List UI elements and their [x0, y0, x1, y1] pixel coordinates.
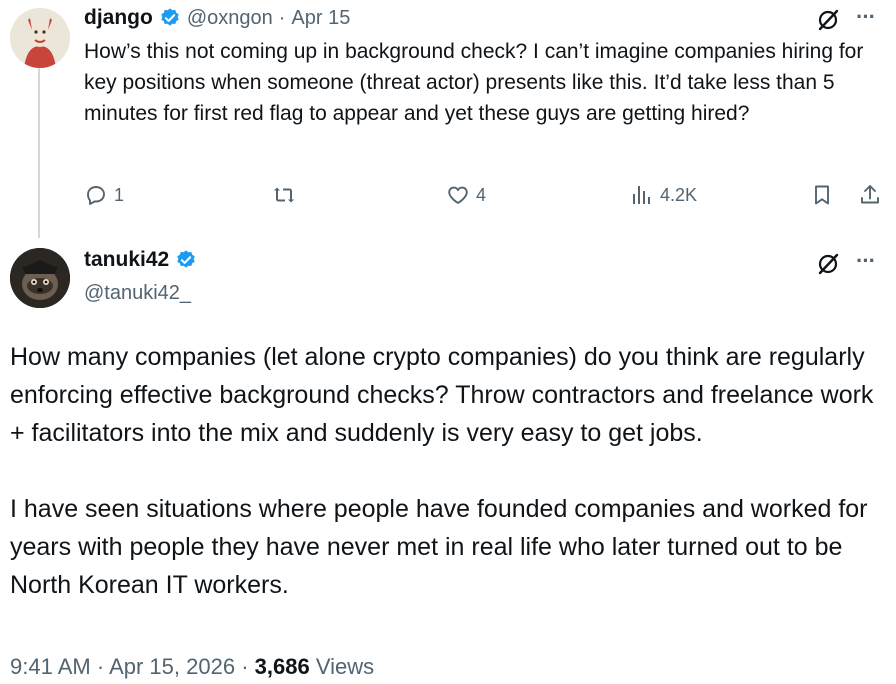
post-paragraph: How many companies (let alone crypto com…: [10, 343, 874, 447]
reply-text: How’s this not coming up in background c…: [84, 40, 864, 125]
main-author-row: tanuki42: [84, 248, 197, 272]
separator-dot: ·: [278, 6, 286, 29]
post-paragraph: I have seen situations where people have…: [10, 495, 868, 599]
reply-count: 1: [114, 184, 125, 205]
reply-header: django @oxngon · Apr 15: [84, 6, 350, 30]
verified-badge-icon: [161, 8, 179, 26]
post-date[interactable]: Apr 15, 2026: [109, 654, 235, 679]
bookmark-icon: [815, 185, 829, 205]
post-date[interactable]: Apr 15: [291, 7, 350, 30]
verified-badge-icon: [177, 250, 195, 268]
more-options-icon[interactable]: ···: [856, 4, 876, 30]
avatar-image: [10, 8, 70, 68]
share-button[interactable]: [858, 183, 882, 207]
heart-icon: [448, 186, 468, 204]
views-label: Views: [315, 654, 375, 679]
separator-dot: ·: [241, 654, 249, 679]
like-count: 4: [476, 184, 487, 205]
action-bar: 1 4 4.2K: [84, 183, 884, 213]
analytics-icon: [633, 186, 650, 204]
views-button[interactable]: 4.2K: [630, 183, 697, 207]
repost-icon: [274, 187, 294, 203]
grok-icon[interactable]: [814, 6, 842, 34]
avatar[interactable]: [10, 248, 70, 308]
author-handle[interactable]: @oxngon: [187, 7, 273, 30]
post-time[interactable]: 9:41 AM: [10, 654, 91, 679]
author-name[interactable]: tanuki42: [84, 248, 169, 272]
views-count: 3,686: [254, 654, 310, 679]
avatar[interactable]: [10, 8, 70, 68]
separator-dot: ·: [96, 654, 105, 679]
views-count: 4.2K: [660, 184, 698, 205]
more-options-icon[interactable]: ···: [856, 248, 876, 274]
bookmark-button[interactable]: [810, 183, 834, 207]
repost-button[interactable]: [272, 183, 296, 207]
grok-icon[interactable]: [814, 250, 842, 278]
share-icon: [861, 185, 879, 204]
reply-button[interactable]: 1: [84, 183, 124, 207]
like-button[interactable]: 4: [446, 183, 486, 207]
avatar-image: [10, 248, 70, 308]
reply-icon: [87, 186, 105, 205]
author-name[interactable]: django: [84, 6, 153, 30]
post-meta: 9:41 AM · Apr 15, 2026 · 3,686 Views: [10, 654, 374, 680]
thread-line: [38, 68, 40, 238]
post-text: How many companies (let alone crypto com…: [10, 338, 890, 604]
author-handle[interactable]: @tanuki42_: [84, 282, 191, 305]
